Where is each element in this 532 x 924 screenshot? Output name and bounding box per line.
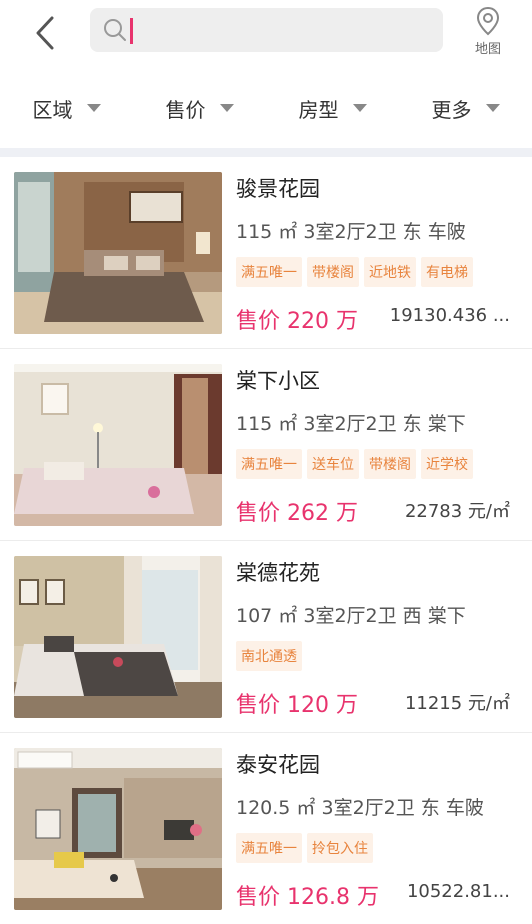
listing-spec: 115 ㎡ 3室2厅2卫 东 棠下 [236,409,466,436]
listing-tag: 带楼阁 [364,449,416,479]
listing-unit-price: 22783 元/㎡ [404,501,510,522]
top-bar: 地图 [0,0,532,66]
listing-orientation: 东 [402,221,422,243]
listing-tag: 送车位 [307,449,359,479]
filter-layout[interactable]: 房型 [266,80,399,136]
listing-item[interactable]: 棠德花苑 107 ㎡ 3室2厅2卫 西 棠下 南北通透 售价 120 万 112… [0,541,532,733]
listing-tag: 近地铁 [364,257,416,287]
listing-spec: 107 ㎡ 3室2厅2卫 西 棠下 [236,601,466,628]
filter-label: 区域 [32,97,73,122]
caret-down-icon [352,104,367,112]
listing-area: 107 ㎡ [236,605,298,627]
listing-layout: 3室2厅2卫 [303,605,397,627]
listing-district: 车陂 [445,797,484,819]
listing-tags: 满五唯一 拎包入住 [236,833,378,863]
listing-title: 棠下小区 [236,369,320,393]
listing-item[interactable]: 棠下小区 115 ㎡ 3室2厅2卫 东 棠下 满五唯一 送车位 带楼阁 近学校 … [0,349,532,541]
filter-price[interactable]: 售价 [133,80,266,136]
listing-spec: 115 ㎡ 3室2厅2卫 东 车陂 [236,217,466,244]
filter-bar: 区域 售价 房型 更多 [0,80,532,136]
listing-layout: 3室2厅2卫 [303,413,397,435]
listing-orientation: 东 [402,413,422,435]
listing-orientation: 西 [402,605,422,627]
listing-tag: 满五唯一 [236,449,302,479]
listing-photo [14,364,222,526]
listing-district: 棠下 [427,413,466,435]
listing-layout: 3室2厅2卫 [321,797,415,819]
filter-label: 更多 [431,97,472,122]
listing-tag: 带楼阁 [307,257,359,287]
section-divider [0,148,532,157]
listing-price: 售价 126.8 万 [236,885,379,910]
listing-unit-price: 10522.81... [406,881,510,902]
filter-label: 售价 [165,97,206,122]
filter-region[interactable]: 区域 [0,80,133,136]
listing-layout: 3室2厅2卫 [303,221,397,243]
listing-tags: 满五唯一 送车位 带楼阁 近学校 [236,449,478,479]
listing-district: 棠下 [427,605,466,627]
chevron-left-icon [36,16,54,50]
caret-down-icon [86,104,101,112]
text-caret [130,18,133,44]
listing-orientation: 东 [420,797,440,819]
listing-price: 售价 120 万 [236,693,358,718]
listing-item[interactable]: 骏景花园 115 ㎡ 3室2厅2卫 东 车陂 满五唯一 带楼阁 近地铁 有电梯 … [0,157,532,349]
listing-tags: 满五唯一 带楼阁 近地铁 有电梯 [236,257,478,287]
listing-price: 售价 262 万 [236,501,358,526]
listing-title: 骏景花园 [236,177,320,201]
search-input[interactable] [134,14,434,46]
listing-tag: 拎包入住 [307,833,373,863]
listing-area: 115 ㎡ [236,221,298,243]
listing-list: 骏景花园 115 ㎡ 3室2厅2卫 东 车陂 满五唯一 带楼阁 近地铁 有电梯 … [0,157,532,924]
listing-tag: 有电梯 [421,257,473,287]
listing-photo [14,172,222,334]
caret-down-icon [485,104,500,112]
listing-photo [14,556,222,718]
filter-more[interactable]: 更多 [399,80,532,136]
listing-tag: 近学校 [421,449,473,479]
listing-photo [14,748,222,910]
map-button[interactable]: 地图 [460,6,516,62]
caret-down-icon [219,104,234,112]
map-label: 地图 [474,42,501,57]
filter-label: 房型 [298,97,339,122]
listing-area: 120.5 ㎡ [236,797,316,819]
search-icon [104,19,126,41]
listing-unit-price: 11215 元/㎡ [404,693,510,714]
listing-item[interactable]: 泰安花园 120.5 ㎡ 3室2厅2卫 东 车陂 满五唯一 拎包入住 售价 12… [0,733,532,924]
listing-spec: 120.5 ㎡ 3室2厅2卫 东 车陂 [236,793,484,820]
listing-tag: 满五唯一 [236,257,302,287]
listing-tags: 南北通透 [236,641,307,671]
listing-tag: 南北通透 [236,641,302,671]
listing-price: 售价 220 万 [236,309,358,334]
map-pin-icon [476,6,500,36]
back-button[interactable] [28,12,64,54]
listing-tag: 满五唯一 [236,833,302,863]
listing-area: 115 ㎡ [236,413,298,435]
search-box[interactable] [90,8,443,52]
listing-unit-price: 19130.436 ... [389,305,510,326]
listing-title: 泰安花园 [236,753,320,777]
listing-district: 车陂 [427,221,466,243]
listing-title: 棠德花苑 [236,561,320,585]
